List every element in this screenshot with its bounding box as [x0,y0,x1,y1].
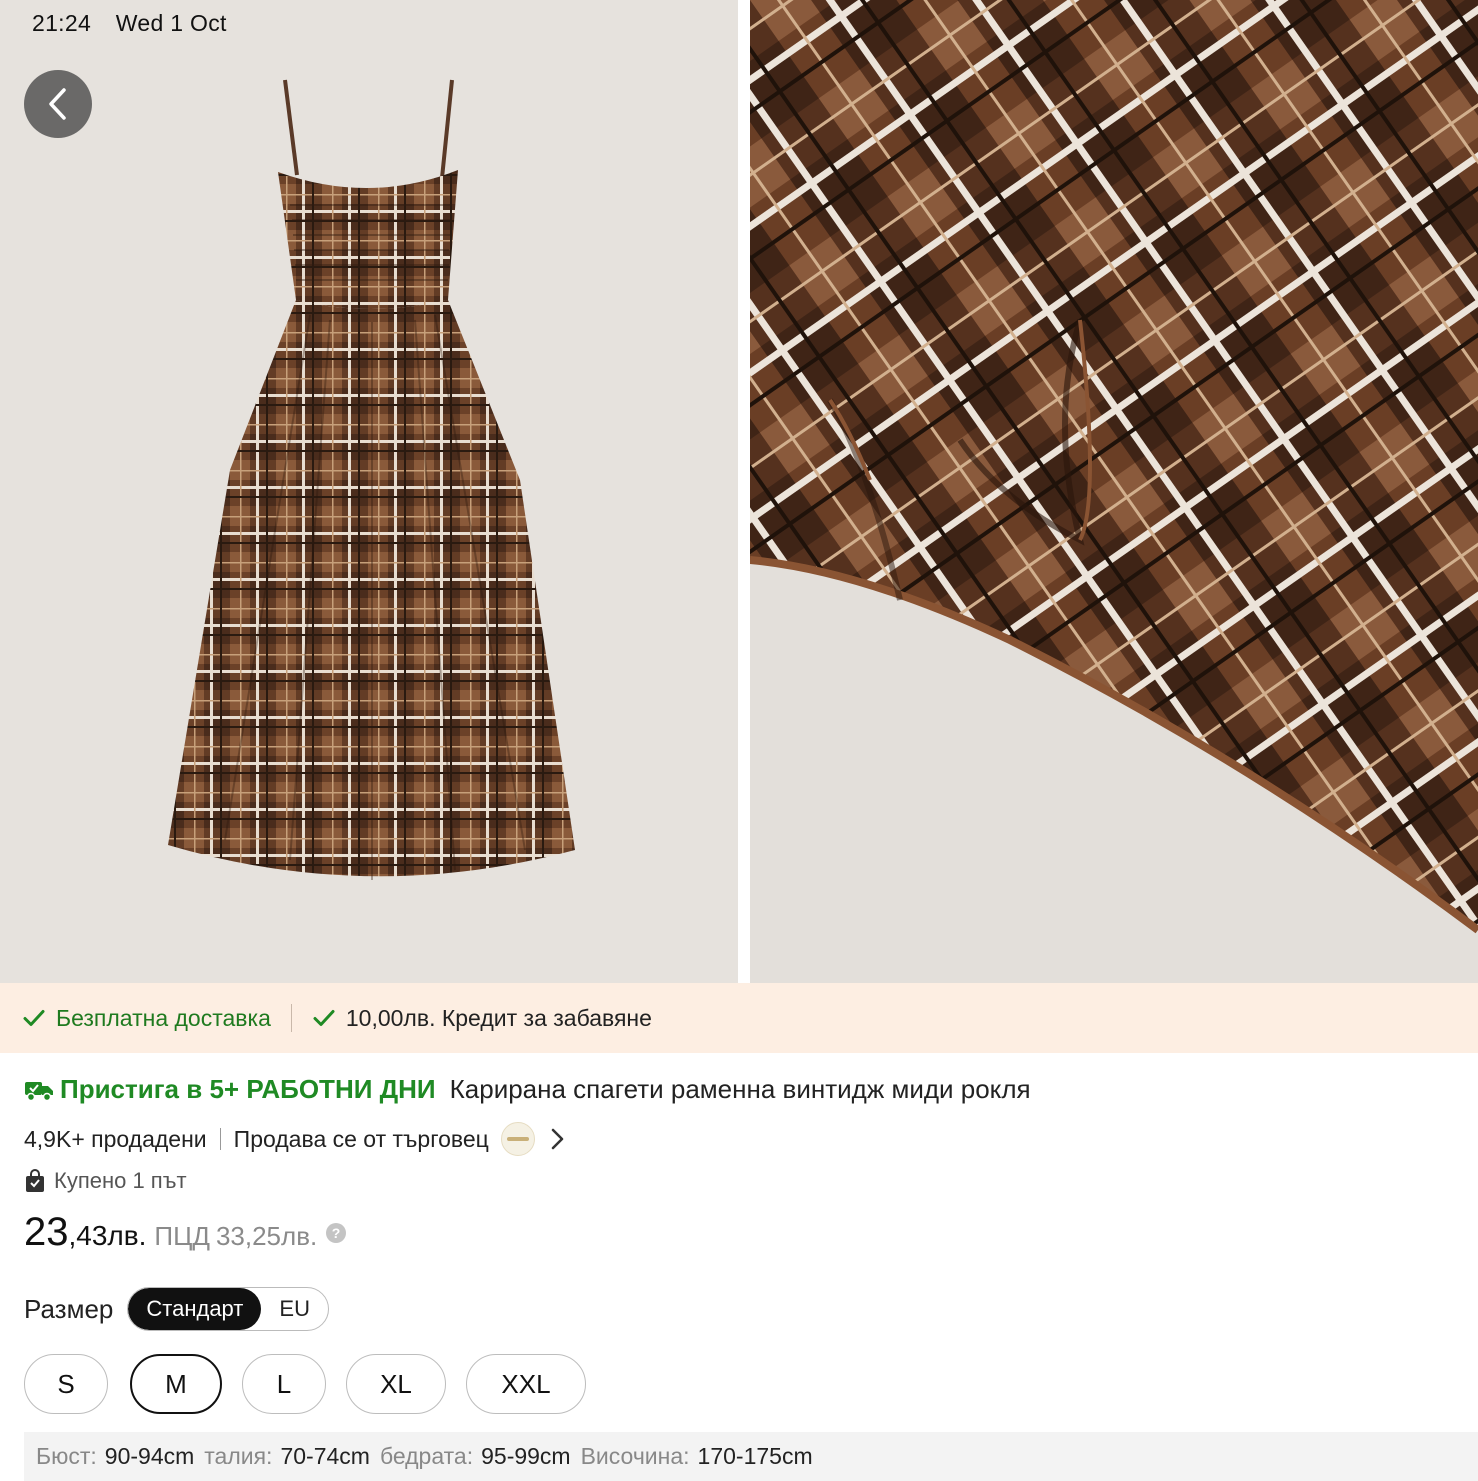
waist-label: талия: [204,1443,273,1469]
check-icon [313,1010,335,1026]
bought-count: Купено 1 път [54,1168,187,1193]
size-standard-toggle[interactable]: Стандарт EU [127,1287,329,1331]
price-row: 23 ,43лв. ПЦД 33,25лв. ? [24,1210,347,1255]
size-label: Размер [24,1293,114,1324]
sold-count: 4,9K+ продадени [24,1125,207,1152]
shopping-bag-icon [26,1169,44,1192]
promo-divider [290,1004,292,1032]
chevron-right-icon[interactable] [549,1127,565,1151]
product-image-front[interactable] [0,0,738,983]
seller-logo[interactable] [500,1122,535,1156]
meta-divider [219,1128,221,1150]
standard-option[interactable]: Стандарт [128,1288,262,1330]
chevron-left-icon [49,88,66,120]
bust-value: 90-94cm [104,1443,195,1469]
product-gallery[interactable]: 21:24 Wed 1 Oct [0,0,1478,983]
rrp-label: ПЦД [154,1221,210,1251]
svg-text:?: ? [332,1225,341,1241]
size-standard-row: Размер Стандарт EU [24,1287,329,1331]
price-decimal: ,43лв. [68,1220,147,1251]
size-option-xxl[interactable]: XXL [466,1354,586,1414]
eu-option[interactable]: EU [261,1288,328,1330]
purchase-history: Купено 1 път [24,1168,187,1194]
free-shipping-badge: Безплатна доставка [22,1005,271,1032]
promo-strip: Безплатна доставка 10,00лв. Кредит за за… [0,983,1478,1053]
hips-value: 95-99cm [481,1443,571,1469]
status-bar: 21:24 Wed 1 Oct [32,10,245,37]
free-shipping-label: Безплатна доставка [56,1004,271,1031]
hips-label: бедрата: [379,1443,474,1469]
check-icon [23,1010,45,1026]
waist-value: 70-74cm [280,1443,370,1469]
size-option-m[interactable]: M [130,1354,222,1414]
price-integer: 23 [24,1210,69,1254]
help-icon[interactable]: ? [325,1222,347,1244]
status-date: Wed 1 Oct [115,10,227,36]
size-option-xl[interactable]: XL [346,1354,446,1414]
height-label: Височина: [580,1443,690,1469]
seller-logo-mark [506,1137,529,1141]
product-title: Карирана спагети раменна винтидж миди ро… [449,1074,1031,1104]
delay-credit-badge: 10,00лв. Кредит за забавяне [312,1005,652,1032]
bust-label: Бюст: [36,1443,97,1469]
product-image-detail[interactable] [750,0,1478,983]
height-value: 170-175cm [697,1443,813,1469]
seller-row[interactable]: 4,9K+ продадени Продава се от търговец [24,1122,565,1156]
delay-credit-label: 10,00лв. Кредит за забавяне [345,1004,652,1031]
size-option-s[interactable]: S [24,1354,108,1414]
size-measurements: Бюст: 90-94cm талия: 70-74cm бедрата: 95… [24,1432,1478,1481]
rrp-price: 33,25лв. [215,1221,318,1251]
back-button[interactable] [24,70,92,138]
size-option-l[interactable]: L [242,1354,326,1414]
size-options: S M L XL XXL [24,1354,606,1414]
arrival-estimate: Пристига в 5+ РАБОТНИ ДНИ [60,1074,436,1104]
truck-icon [25,1081,53,1101]
seller-label[interactable]: Продава се от търговец [234,1126,489,1153]
product-title-row: Пристига в 5+ РАБОТНИ ДНИ Карирана спаге… [24,1074,1031,1105]
status-time: 21:24 [32,10,92,36]
